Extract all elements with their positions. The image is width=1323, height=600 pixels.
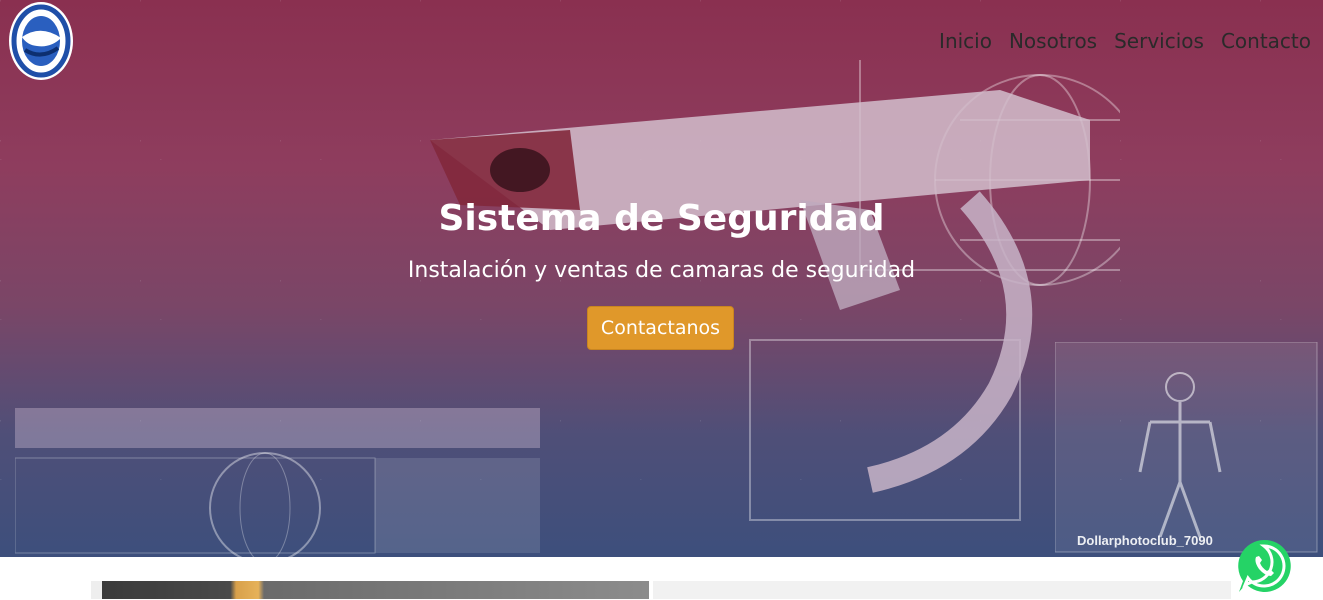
service-card-image xyxy=(91,581,649,599)
nav-link-servicios[interactable]: Servicios xyxy=(1114,29,1204,53)
scan-panel-decoration xyxy=(1055,342,1318,553)
brand-logo[interactable] xyxy=(9,2,73,80)
nav-link-nosotros[interactable]: Nosotros xyxy=(1009,29,1097,53)
image-watermark: Dollarphotoclub_7090 xyxy=(1077,533,1213,548)
nav-link-contacto[interactable]: Contacto xyxy=(1221,29,1311,53)
whatsapp-icon xyxy=(1238,539,1291,592)
hero-section: Inicio Nosotros Servicios Contacto Siste… xyxy=(0,0,1323,557)
service-card-panel xyxy=(653,581,1231,599)
data-panel-decoration xyxy=(15,408,540,557)
contact-cta-button[interactable]: Contactanos xyxy=(587,306,734,350)
hero-title: Sistema de Seguridad xyxy=(438,198,885,239)
whatsapp-button[interactable] xyxy=(1234,536,1294,596)
main-nav: Inicio Nosotros Servicios Contacto xyxy=(939,29,1311,53)
nav-link-inicio[interactable]: Inicio xyxy=(939,29,992,53)
globe-swirl-logo-icon xyxy=(11,4,71,78)
hero-subtitle: Instalación y ventas de camaras de segur… xyxy=(407,258,916,283)
